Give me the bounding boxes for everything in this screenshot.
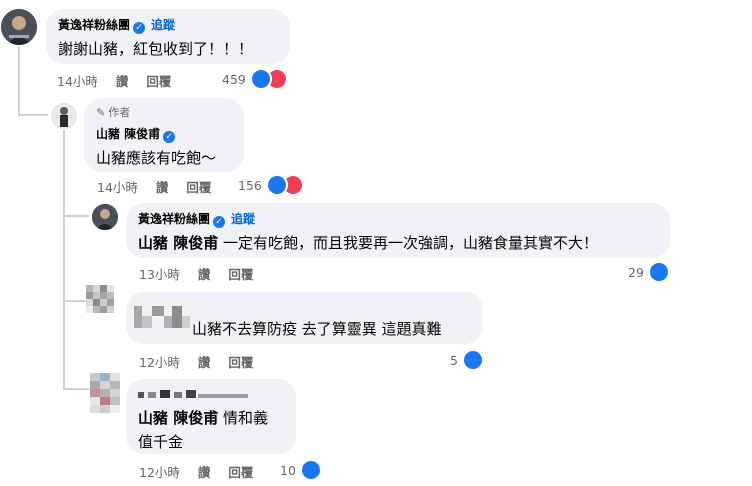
author-badge: ✎ 作者 [96, 106, 131, 119]
comment-bubble: ✎ 作者 山豬 陳俊甫 ✓ 山豬應該有吃飽～ [84, 98, 244, 172]
comment-author-row: 黃逸祥粉絲團 ✓ 追蹤 [58, 16, 278, 34]
thread-line [63, 388, 89, 390]
reaction-summary[interactable]: 10 [280, 459, 322, 481]
follow-link[interactable]: 追蹤 [151, 18, 175, 32]
verified-check-icon: ✓ [163, 131, 176, 143]
reaction-count: 29 [628, 264, 644, 280]
avatar[interactable] [90, 373, 120, 413]
comment-author[interactable]: 黃逸祥粉絲團 [138, 212, 210, 226]
pixelated-name [138, 390, 248, 398]
like-button[interactable]: 讚 [116, 71, 129, 90]
comment-time[interactable]: 12小時 [139, 462, 180, 481]
comment-text: 謝謝山豬，紅包收到了！！！ [58, 40, 254, 58]
like-button[interactable]: 讚 [198, 264, 211, 283]
comment-meta: 13小時讚回覆 [139, 264, 271, 283]
comment-bubble: 山豬不去算防疫 去了算靈異 這題真難 [126, 292, 483, 344]
comment-time[interactable]: 14小時 [57, 71, 98, 90]
comment-text-row: 山豬 陳俊甫 情和義 [138, 407, 284, 428]
comment-author-row: 山豬 陳俊甫 ✓ [96, 125, 232, 143]
thread-line [63, 130, 65, 390]
reply-button[interactable]: 回覆 [186, 177, 211, 196]
reaction-count: 5 [450, 352, 458, 368]
comment-author-row: 黃逸祥粉絲團 ✓ 追蹤 [138, 210, 658, 228]
avatar[interactable] [51, 103, 77, 129]
comment-time[interactable]: 13小時 [139, 264, 180, 283]
pencil-icon: ✎ [96, 106, 106, 119]
thread-line [63, 215, 89, 217]
thumbs-up-icon [299, 459, 322, 481]
reply-button[interactable]: 回覆 [146, 71, 171, 90]
mention-link[interactable]: 山豬 陳俊甫 [138, 409, 218, 427]
reaction-summary[interactable]: 5 [450, 349, 484, 371]
avatar[interactable] [92, 204, 118, 230]
comment-text: 一定有吃飽，而且我要再一次強調，山豬食量其實不大！ [218, 234, 599, 252]
verified-check-icon: ✓ [133, 22, 146, 34]
comment-meta: 12小時讚回覆 [139, 352, 271, 371]
comment-meta: 14小時讚回覆 [57, 71, 189, 90]
comment-time[interactable]: 14小時 [97, 177, 138, 196]
avatar-photo [92, 204, 118, 230]
comment-time[interactable]: 12小時 [139, 352, 180, 371]
comment-text: 山豬應該有吃飽～ [96, 149, 217, 167]
pixelated-name [134, 306, 190, 328]
comment-meta: 12小時讚回覆 [139, 462, 271, 481]
avatar-pixelated [86, 285, 114, 313]
reaction-summary[interactable]: 459 [222, 68, 288, 90]
avatar-photo [1, 9, 37, 45]
thumbs-up-icon [249, 68, 272, 90]
thread-line [18, 46, 20, 116]
reaction-count: 10 [280, 462, 296, 478]
follow-link[interactable]: 追蹤 [231, 212, 255, 226]
like-button[interactable]: 讚 [198, 352, 211, 371]
thumbs-up-icon [265, 174, 288, 196]
reaction-count: 156 [238, 177, 262, 193]
comment-bubble: 黃逸祥粉絲團 ✓ 追蹤 山豬 陳俊甫 一定有吃飽，而且我要再一次強調，山豬食量其實不… [126, 203, 670, 258]
comment-text: 情和義 [218, 409, 269, 427]
thread-line [18, 114, 48, 116]
reply-button[interactable]: 回覆 [228, 462, 253, 481]
comment-meta: 14小時讚回覆 [97, 177, 229, 196]
avatar-pixelated [90, 373, 120, 413]
thumbs-up-icon [647, 261, 670, 283]
comment-bubble: 黃逸祥粉絲團 ✓ 追蹤 謝謝山豬，紅包收到了！！！ [46, 9, 290, 64]
avatar[interactable] [1, 9, 37, 45]
comment-text-line2: 值千金 [138, 433, 184, 451]
mention-link[interactable]: 山豬 陳俊甫 [138, 234, 218, 252]
avatar[interactable] [86, 285, 114, 321]
verified-check-icon: ✓ [213, 216, 226, 228]
comment-author[interactable]: 黃逸祥粉絲團 [58, 18, 130, 32]
reply-button[interactable]: 回覆 [228, 264, 253, 283]
comment-text: 山豬不去算防疫 去了算靈異 這題真難 [192, 320, 442, 338]
like-button[interactable]: 讚 [198, 462, 211, 481]
reaction-count: 459 [222, 71, 246, 87]
reaction-summary[interactable]: 29 [628, 261, 670, 283]
avatar-photo [51, 103, 77, 129]
like-button[interactable]: 讚 [156, 177, 169, 196]
comment-bubble: 山豬 陳俊甫 情和義 值千金 [126, 379, 296, 454]
reaction-summary[interactable]: 156 [238, 174, 304, 196]
comment-author[interactable]: 山豬 陳俊甫 [96, 127, 160, 141]
thumbs-up-icon [461, 349, 484, 371]
reply-button[interactable]: 回覆 [228, 352, 253, 371]
comment-text-row: 山豬 陳俊甫 一定有吃飽，而且我要再一次強調，山豬食量其實不大！ [138, 232, 658, 253]
